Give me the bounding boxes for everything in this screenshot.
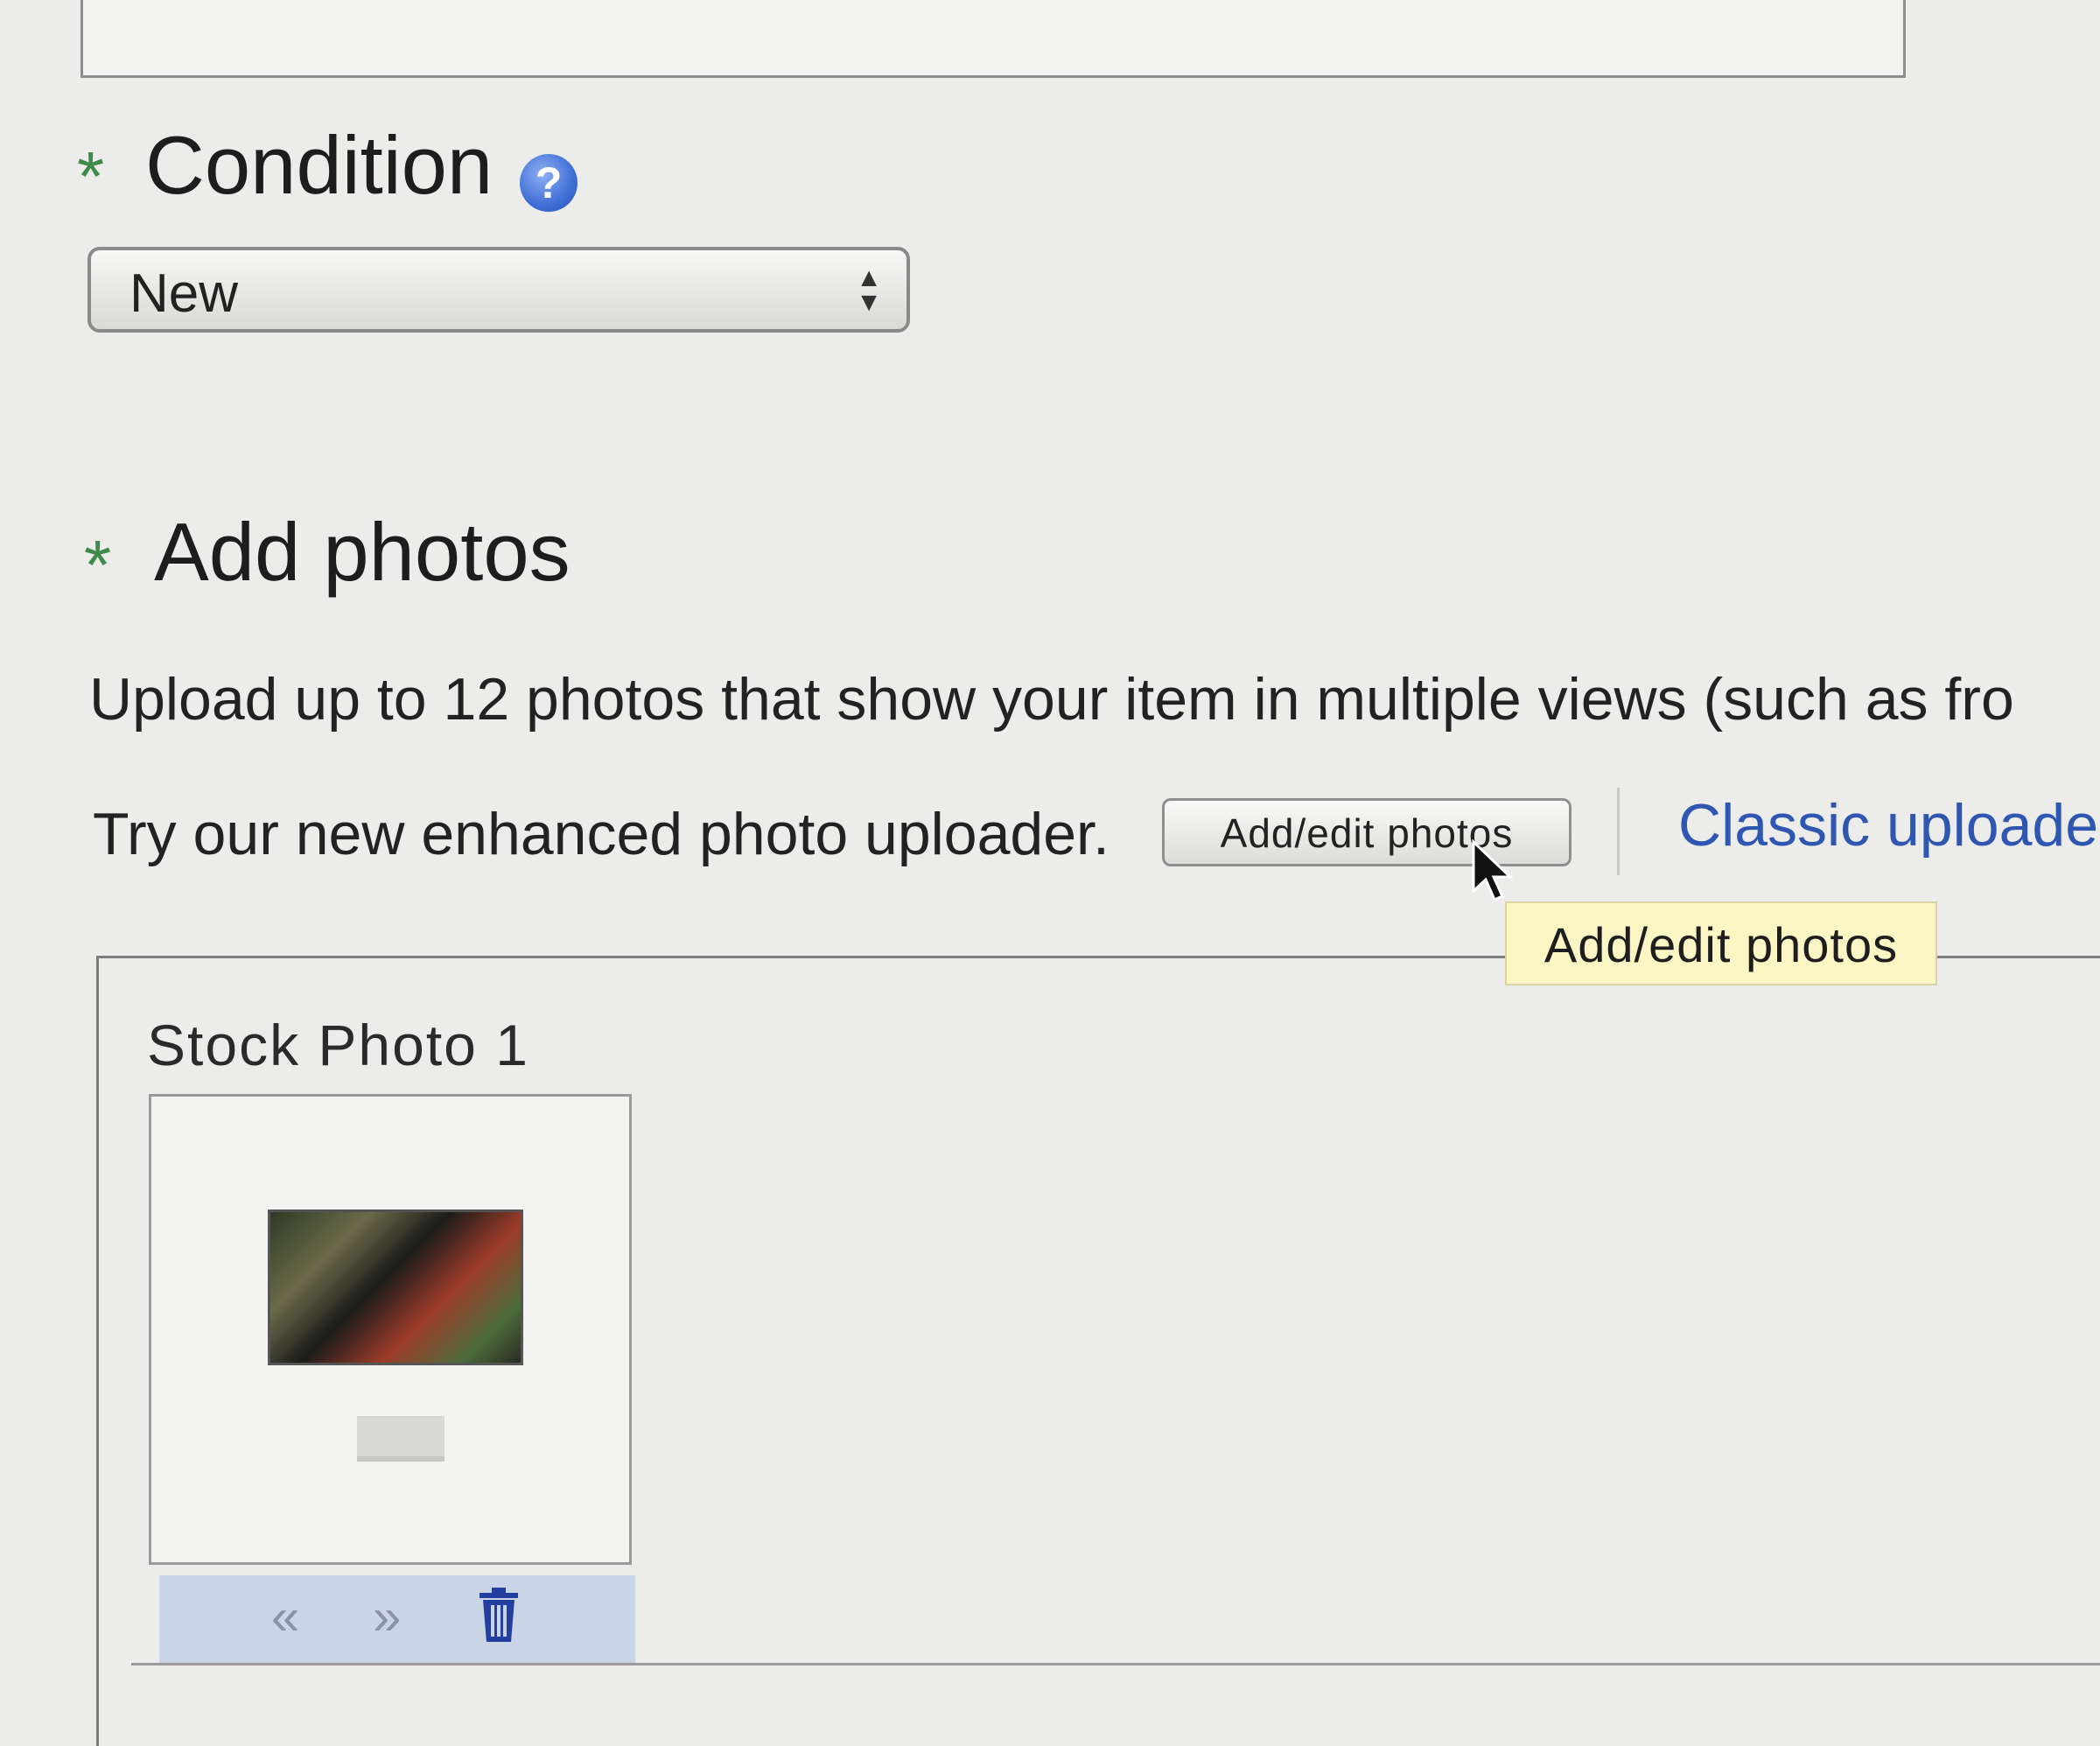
trash-icon[interactable] [476,1588,522,1644]
select-arrows-icon: ▲ ▼ [856,263,882,317]
required-marker: * [84,526,112,604]
tooltip: Add/edit photos [1505,901,1937,985]
classic-uploader-link[interactable]: Classic uploade [1678,791,2098,859]
divider [1617,788,1620,875]
move-left-icon[interactable]: « [271,1588,299,1646]
condition-select[interactable]: New ▲ ▼ [88,247,910,333]
photo-toolbar: « » [159,1575,635,1663]
uploader-prompt: Try our new enhanced photo uploader. [93,801,1110,867]
move-right-icon[interactable]: » [373,1588,401,1646]
add-photos-heading: Add photos [154,506,570,598]
photo-thumbnail[interactable] [268,1210,523,1365]
stock-photo-label: Stock Photo 1 [147,1013,529,1077]
panel-bottom-border [131,1663,2100,1665]
condition-select-value: New [130,263,239,324]
required-marker: * [77,137,105,215]
stock-photo-flag [357,1416,444,1462]
mouse-cursor-icon [1472,838,1514,901]
help-icon[interactable]: ? [520,154,578,212]
condition-heading: Condition [145,119,494,211]
upload-instructions: Upload up to 12 photos that show your it… [89,666,2014,733]
previous-field-box [80,0,1906,78]
